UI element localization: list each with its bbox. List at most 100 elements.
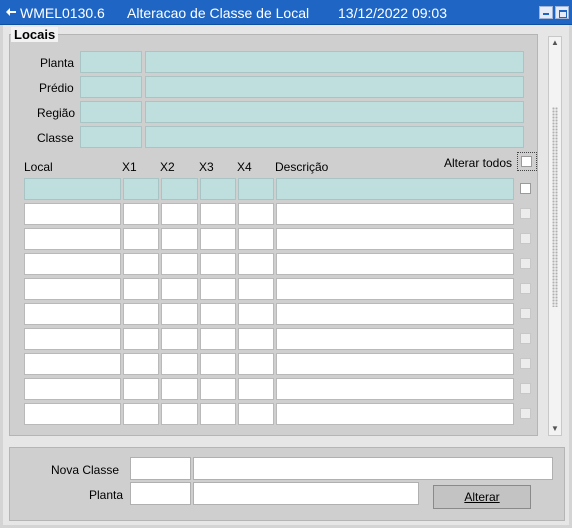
maximize-icon[interactable] [555, 6, 569, 19]
planta-desc-field[interactable] [145, 51, 524, 73]
window-title: Alteracao de Classe de Local [127, 5, 310, 21]
row-alterar-checkbox[interactable] [520, 208, 531, 219]
grid-cell-local[interactable] [24, 178, 121, 200]
scroll-grip[interactable] [552, 107, 558, 307]
grid-cell-x2[interactable] [161, 378, 198, 400]
scroll-up-icon[interactable]: ▲ [549, 37, 561, 49]
grid-cell-local[interactable] [24, 228, 121, 250]
grid-cell-local[interactable] [24, 203, 121, 225]
grid-cell-x1[interactable] [123, 403, 159, 425]
classe-code-field[interactable] [80, 126, 142, 148]
window-code: WMEL0130.6 [20, 5, 105, 21]
row-alterar-checkbox[interactable] [520, 183, 531, 194]
grid-cell-x2[interactable] [161, 278, 198, 300]
grid-cell-x3[interactable] [200, 228, 236, 250]
grid-cell-x3[interactable] [200, 178, 236, 200]
grid-cell-x3[interactable] [200, 303, 236, 325]
app-menu-icon[interactable] [5, 7, 17, 18]
grid-cell-x3[interactable] [200, 328, 236, 350]
col-header-x1: X1 [122, 160, 137, 174]
grid-cell-local[interactable] [24, 353, 121, 375]
bottom-planta-desc-field[interactable] [193, 482, 419, 505]
grid-cell-local[interactable] [24, 378, 121, 400]
grid-cell-descricao[interactable] [276, 228, 514, 250]
alterar-todos-checkbox[interactable] [521, 156, 532, 167]
grid-cell-x3[interactable] [200, 378, 236, 400]
grid-cell-x4[interactable] [238, 203, 274, 225]
grid-cell-local[interactable] [24, 303, 121, 325]
grid-cell-x4[interactable] [238, 303, 274, 325]
grid-cell-x3[interactable] [200, 403, 236, 425]
grid-cell-x1[interactable] [123, 178, 159, 200]
grid-cell-local[interactable] [24, 403, 121, 425]
grid-cell-descricao[interactable] [276, 353, 514, 375]
grid-cell-descricao[interactable] [276, 203, 514, 225]
grid-cell-local[interactable] [24, 253, 121, 275]
grid-cell-x1[interactable] [123, 228, 159, 250]
grid-cell-local[interactable] [24, 328, 121, 350]
planta-label: Planta [40, 56, 75, 70]
regiao-code-field[interactable] [80, 101, 142, 123]
nova-classe-desc-field[interactable] [193, 457, 553, 480]
planta-code-field[interactable] [80, 51, 142, 73]
bottom-planta-label: Planta [89, 488, 124, 502]
grid-cell-x2[interactable] [161, 253, 198, 275]
grid-cell-descricao[interactable] [276, 403, 514, 425]
row-alterar-checkbox[interactable] [520, 258, 531, 269]
grid-cell-x3[interactable] [200, 253, 236, 275]
col-header-x4: X4 [237, 160, 252, 174]
row-alterar-checkbox[interactable] [520, 383, 531, 394]
grid-cell-x4[interactable] [238, 328, 274, 350]
predio-code-field[interactable] [80, 76, 142, 98]
regiao-desc-field[interactable] [145, 101, 524, 123]
grid-cell-x2[interactable] [161, 328, 198, 350]
title-bar: WMEL0130.6 Alteracao de Classe de Local … [0, 0, 572, 25]
grid-cell-x4[interactable] [238, 403, 274, 425]
bottom-planta-code-field[interactable] [130, 482, 191, 505]
grid-cell-x2[interactable] [161, 353, 198, 375]
row-alterar-checkbox[interactable] [520, 308, 531, 319]
grid-cell-x1[interactable] [123, 203, 159, 225]
grid-cell-x1[interactable] [123, 353, 159, 375]
grid-cell-descricao[interactable] [276, 178, 514, 200]
row-alterar-checkbox[interactable] [520, 283, 531, 294]
row-alterar-checkbox[interactable] [520, 333, 531, 344]
grid-cell-local[interactable] [24, 278, 121, 300]
vertical-scrollbar[interactable]: ▲ ▼ [548, 36, 562, 436]
alterar-button[interactable]: Alterar [433, 485, 531, 509]
grid-cell-x4[interactable] [238, 278, 274, 300]
nova-classe-code-field[interactable] [130, 457, 191, 480]
grid-cell-x4[interactable] [238, 353, 274, 375]
grid-cell-x4[interactable] [238, 178, 274, 200]
row-alterar-checkbox[interactable] [520, 358, 531, 369]
window-datetime: 13/12/2022 09:03 [338, 5, 447, 21]
grid-cell-x1[interactable] [123, 378, 159, 400]
grid-cell-x4[interactable] [238, 253, 274, 275]
scroll-down-icon[interactable]: ▼ [549, 423, 561, 435]
grid-cell-descricao[interactable] [276, 328, 514, 350]
grid-cell-x1[interactable] [123, 278, 159, 300]
grid-cell-descricao[interactable] [276, 278, 514, 300]
grid-cell-x1[interactable] [123, 303, 159, 325]
classe-desc-field[interactable] [145, 126, 524, 148]
grid-cell-x4[interactable] [238, 228, 274, 250]
grid-cell-x2[interactable] [161, 303, 198, 325]
grid-cell-x1[interactable] [123, 328, 159, 350]
grid-cell-descricao[interactable] [276, 378, 514, 400]
grid-cell-x4[interactable] [238, 378, 274, 400]
grid-cell-x2[interactable] [161, 228, 198, 250]
row-alterar-checkbox[interactable] [520, 408, 531, 419]
grid-cell-x2[interactable] [161, 178, 198, 200]
nova-classe-label: Nova Classe [51, 463, 120, 477]
grid-cell-x3[interactable] [200, 278, 236, 300]
row-alterar-checkbox[interactable] [520, 233, 531, 244]
grid-cell-x2[interactable] [161, 403, 198, 425]
minimize-icon[interactable] [539, 6, 553, 19]
grid-cell-x1[interactable] [123, 253, 159, 275]
grid-cell-descricao[interactable] [276, 303, 514, 325]
grid-cell-x3[interactable] [200, 353, 236, 375]
grid-cell-descricao[interactable] [276, 253, 514, 275]
grid-cell-x2[interactable] [161, 203, 198, 225]
grid-cell-x3[interactable] [200, 203, 236, 225]
predio-desc-field[interactable] [145, 76, 524, 98]
